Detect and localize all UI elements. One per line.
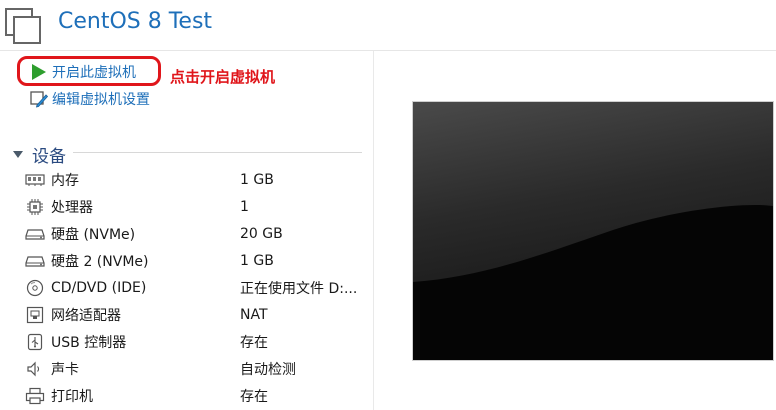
hard-disk-icon bbox=[24, 225, 46, 243]
device-value: 20 GB bbox=[240, 225, 283, 242]
device-value: 存在 bbox=[240, 334, 268, 351]
device-name: 网络适配器 bbox=[51, 307, 121, 324]
device-row-sound-card[interactable]: 声卡 自动检测 bbox=[24, 355, 369, 382]
device-name: 处理器 bbox=[51, 199, 93, 216]
device-row-usb-controller[interactable]: USB 控制器 存在 bbox=[24, 328, 369, 355]
devices-section-label: 设备 bbox=[32, 147, 66, 167]
edit-vm-settings-label: 编辑虚拟机设置 bbox=[52, 92, 150, 108]
panel-divider bbox=[373, 51, 374, 410]
device-row-memory[interactable]: 内存 1 GB bbox=[24, 166, 369, 193]
device-row-hard-disk-2[interactable]: 硬盘 2 (NVMe) 1 GB bbox=[24, 247, 369, 274]
device-value: 存在 bbox=[240, 388, 268, 405]
device-name: 声卡 bbox=[51, 361, 79, 378]
edit-settings-icon bbox=[30, 91, 48, 108]
device-name: USB 控制器 bbox=[51, 334, 127, 351]
device-row-printer[interactable]: 打印机 存在 bbox=[24, 382, 369, 409]
usb-controller-icon bbox=[24, 333, 46, 351]
page-title: CentOS 8 Test bbox=[58, 9, 213, 34]
device-name: 内存 bbox=[51, 172, 79, 189]
cd-dvd-icon bbox=[24, 279, 46, 297]
device-name: 硬盘 2 (NVMe) bbox=[51, 253, 149, 270]
device-value: 1 bbox=[240, 198, 249, 215]
device-row-hard-disk[interactable]: 硬盘 (NVMe) 20 GB bbox=[24, 220, 369, 247]
section-divider bbox=[73, 152, 362, 153]
device-value: NAT bbox=[240, 306, 268, 323]
play-icon bbox=[32, 64, 46, 80]
printer-icon bbox=[24, 387, 46, 405]
annotation-text: 点击开启虚拟机 bbox=[170, 68, 276, 86]
device-row-network-adapter[interactable]: 网络适配器 NAT bbox=[24, 301, 369, 328]
sound-card-icon bbox=[24, 360, 46, 378]
hard-disk-icon bbox=[24, 252, 46, 270]
device-row-processor[interactable]: 处理器 1 bbox=[24, 193, 369, 220]
device-row-cd-dvd[interactable]: CD/DVD (IDE) 正在使用文件 D:... bbox=[24, 274, 369, 301]
collapse-arrow-icon bbox=[13, 151, 23, 158]
device-value: 自动检测 bbox=[240, 361, 296, 378]
device-value: 1 GB bbox=[240, 252, 274, 269]
device-name: 硬盘 (NVMe) bbox=[51, 226, 136, 243]
header: CentOS 8 Test bbox=[0, 0, 776, 51]
device-value: 1 GB bbox=[240, 171, 274, 188]
edit-vm-settings-button[interactable]: 编辑虚拟机设置 bbox=[30, 89, 150, 109]
processor-icon bbox=[24, 198, 46, 216]
power-on-vm-button[interactable]: 开启此虚拟机 bbox=[30, 62, 136, 82]
network-adapter-icon bbox=[24, 306, 46, 324]
device-value: 正在使用文件 D:... bbox=[240, 280, 358, 297]
memory-icon bbox=[24, 171, 46, 189]
vm-preview-thumbnail bbox=[413, 102, 773, 360]
device-name: CD/DVD (IDE) bbox=[51, 279, 147, 296]
power-on-vm-label: 开启此虚拟机 bbox=[52, 65, 136, 81]
vm-screen-preview[interactable] bbox=[412, 101, 774, 361]
virtual-machine-icon bbox=[5, 8, 41, 44]
devices-section-header[interactable]: 设备 bbox=[10, 142, 66, 167]
device-name: 打印机 bbox=[51, 388, 93, 405]
